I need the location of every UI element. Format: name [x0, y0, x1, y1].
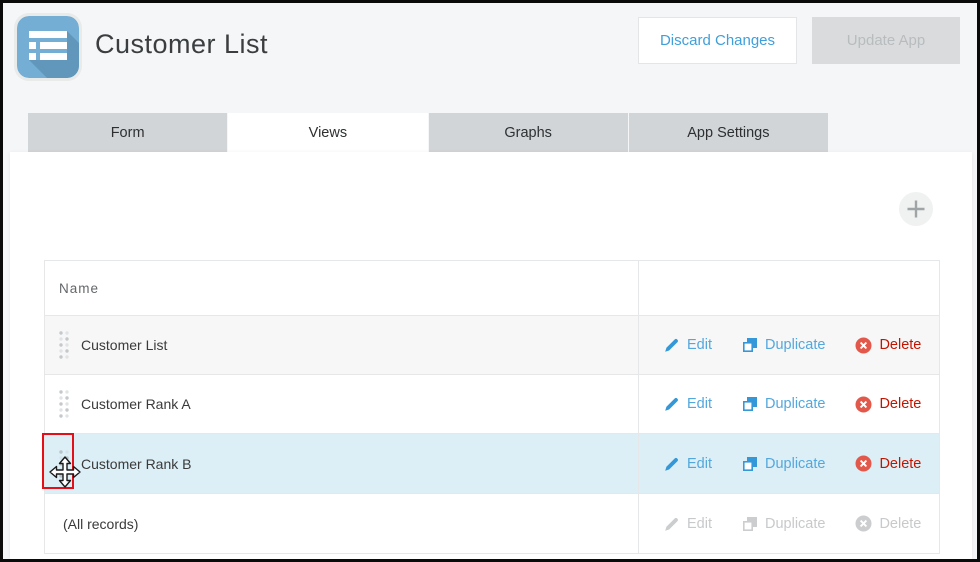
pencil-icon [664, 456, 680, 472]
edit-button-disabled: Edit [664, 516, 712, 532]
drag-handle[interactable] [57, 389, 73, 419]
update-app-button[interactable]: Update App [812, 17, 960, 64]
tab-graphs[interactable]: Graphs [429, 113, 628, 152]
view-row-all-records: (All records) Edit Duplicate Delete [45, 493, 939, 553]
delete-button[interactable]: Delete [855, 455, 921, 472]
view-row-customer-list: Customer List Edit Duplicate Delete [45, 315, 939, 374]
delete-button-disabled: Delete [855, 515, 921, 532]
view-row-customer-rank-a: Customer Rank A Edit Duplicate Delete [45, 374, 939, 433]
discard-changes-button[interactable]: Discard Changes [638, 17, 797, 64]
drag-dots-icon [57, 330, 71, 360]
duplicate-icon [742, 516, 758, 532]
duplicate-button-disabled: Duplicate [742, 516, 825, 532]
list-app-icon [17, 16, 79, 78]
edit-button[interactable]: Edit [664, 456, 712, 472]
views-table: Name Customer List [44, 260, 940, 554]
duplicate-button[interactable]: Duplicate [742, 456, 825, 472]
edit-button[interactable]: Edit [664, 337, 712, 353]
duplicate-button[interactable]: Duplicate [742, 396, 825, 412]
drag-handle[interactable] [57, 449, 73, 479]
pencil-icon [664, 516, 680, 532]
duplicate-icon [742, 456, 758, 472]
delete-x-icon [855, 455, 872, 472]
delete-x-icon [855, 515, 872, 532]
delete-button[interactable]: Delete [855, 396, 921, 413]
duplicate-icon [742, 396, 758, 412]
screenshot-frame: Customer List Discard Changes Update App… [0, 0, 980, 562]
duplicate-button[interactable]: Duplicate [742, 337, 825, 353]
table-header-row: Name [45, 261, 939, 315]
tab-form[interactable]: Form [28, 113, 227, 152]
view-name: (All records) [63, 516, 138, 532]
drag-dots-icon [57, 449, 71, 479]
tab-app-settings[interactable]: App Settings [629, 113, 828, 152]
views-panel: Name Customer List [10, 152, 972, 559]
kintone-app-settings-page: Customer List Discard Changes Update App… [3, 3, 977, 559]
drag-dots-icon [57, 389, 71, 419]
delete-button[interactable]: Delete [855, 337, 921, 354]
name-column-header: Name [45, 261, 639, 315]
settings-tab-bar: Form Views Graphs App Settings [28, 113, 828, 152]
delete-x-icon [855, 396, 872, 413]
plus-icon [906, 199, 926, 219]
delete-x-icon [855, 337, 872, 354]
pencil-icon [664, 337, 680, 353]
view-name: Customer Rank A [81, 396, 191, 412]
edit-button[interactable]: Edit [664, 396, 712, 412]
drag-handle[interactable] [57, 330, 73, 360]
page-title: Customer List [95, 29, 268, 60]
duplicate-icon [742, 337, 758, 353]
view-name: Customer Rank B [81, 456, 191, 472]
pencil-icon [664, 396, 680, 412]
view-name: Customer List [81, 337, 167, 353]
actions-column-header [639, 261, 939, 315]
app-icon [14, 13, 82, 81]
view-row-customer-rank-b: Customer Rank B Edit Duplicate Delete [45, 433, 939, 493]
add-view-button[interactable] [899, 192, 933, 226]
tab-views[interactable]: Views [228, 113, 427, 152]
